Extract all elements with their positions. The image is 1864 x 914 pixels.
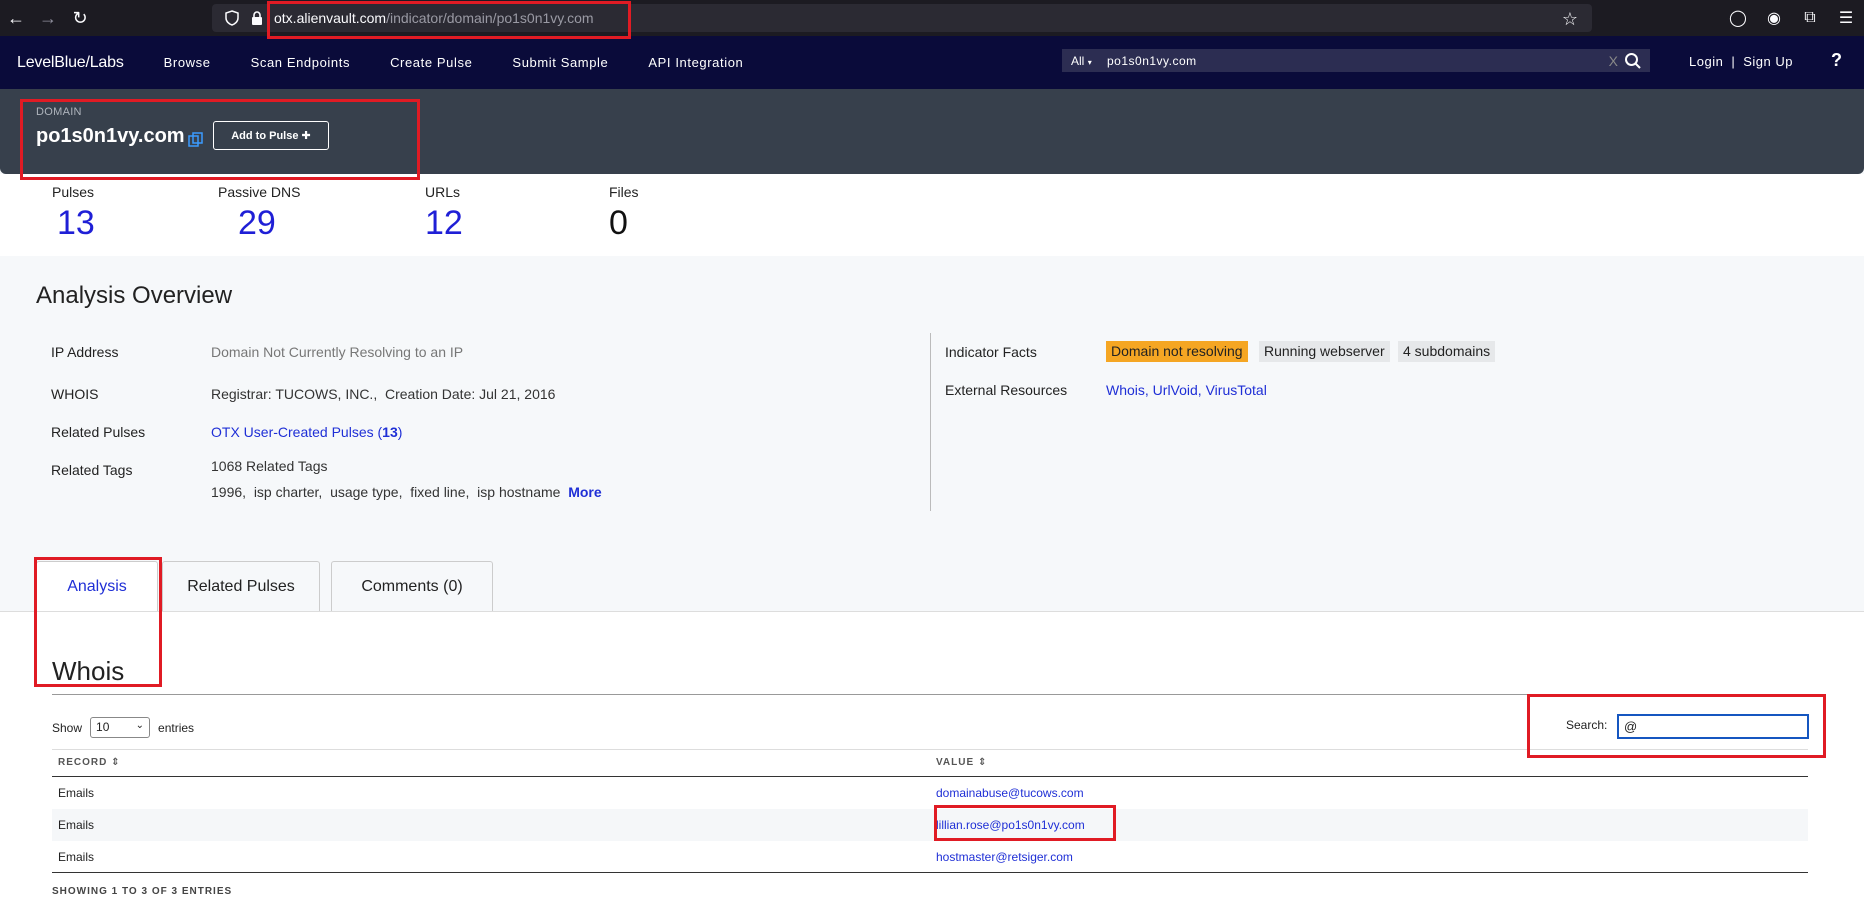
auth-separator: | [1731,54,1736,69]
record-cell: Emails [58,786,95,800]
sort-icon: ⇕ [977,757,988,768]
table-row: Emails domainabuse@tucows.com [52,777,1808,809]
stat-label: Passive DNS [218,184,301,200]
more-tags-link[interactable]: More [568,484,601,500]
stat-value: 12 [425,204,463,242]
analysis-overview-title: Analysis Overview [36,282,233,309]
record-cell: Emails [58,850,95,864]
highlight-box-analysis-tab [34,557,162,687]
extensions-icon[interactable]: ⧉ [1792,9,1828,27]
nav-api-integration[interactable]: API Integration [648,55,743,70]
site-logo[interactable]: LevelBlue/Labs [17,54,124,72]
related-tags-count: 1068 Related Tags [211,458,328,474]
value-link[interactable]: domainabuse@tucows.com [936,786,1084,800]
fact-tag-webserver: Running webserver [1259,341,1390,362]
ip-address-label: IP Address [51,344,119,360]
page-length-control: Show 10 ⌄ entries [52,717,194,738]
highlight-box-email [934,805,1116,841]
table-row: Emails hostmaster@retsiger.com [52,841,1808,873]
value-link[interactable]: hostmaster@retsiger.com [936,850,1073,864]
global-search: All ▾ po1s0n1vy.com X [1062,49,1650,72]
highlight-box-search [1527,694,1826,758]
external-resources-label: External Resources [945,382,1068,398]
search-input[interactable]: po1s0n1vy.com [1107,54,1609,68]
search-icon[interactable] [1624,52,1642,70]
record-cell: Emails [58,818,95,832]
signup-link[interactable]: Sign Up [1743,54,1793,69]
entries-select[interactable]: 10 ⌄ [90,717,151,738]
related-tags-label: Related Tags [51,462,133,478]
external-resources-links[interactable]: Whois, UrlVoid, VirusTotal [1106,382,1267,398]
column-header-value[interactable]: VALUE ⇕ [936,757,987,768]
overview-divider [930,333,931,511]
bookmark-star-icon[interactable]: ☆ [1562,9,1578,30]
forward-icon[interactable]: → [32,0,64,36]
stat-passive-dns[interactable]: Passive DNS 29 [218,184,300,243]
sort-icon: ⇕ [111,757,121,768]
lock-icon[interactable] [250,10,264,26]
highlight-box-url [267,1,631,39]
fact-tag-not-resolving: Domain not resolving [1106,341,1248,362]
stat-label: URLs [425,184,461,200]
stat-value: 13 [57,204,95,242]
reload-icon[interactable]: ↻ [64,0,96,36]
search-scope-select[interactable]: All ▾ [1071,54,1105,68]
stat-label: Pulses [52,184,95,200]
nav-scan-endpoints[interactable]: Scan Endpoints [251,55,350,70]
highlight-box-domain [20,99,420,180]
back-icon[interactable]: ← [0,0,32,36]
menu-icon[interactable]: ☰ [1828,8,1864,28]
stat-pulses[interactable]: Pulses 13 [52,184,95,243]
ip-address-value: Domain Not Currently Resolving to an IP [211,344,464,360]
site-navbar: LevelBlue/Labs Browse Scan Endpoints Cre… [0,36,1864,89]
stat-label: Files [609,184,639,200]
related-pulses-link[interactable]: OTX User-Created Pulses (13) [211,424,402,440]
account-icon[interactable]: ◉ [1756,8,1792,28]
clear-search-icon[interactable]: X [1609,53,1618,69]
chevron-down-icon: ⌄ [135,720,145,731]
nav-create-pulse[interactable]: Create Pulse [390,55,472,70]
tab-related-pulses[interactable]: Related Pulses [162,561,320,611]
whois-label: WHOIS [51,386,99,402]
divider [52,872,1808,873]
help-icon[interactable]: ? [1831,50,1842,71]
whois-value: Registrar: TUCOWS, INC., Creation Date: … [211,386,556,402]
stat-value: 0 [609,204,628,242]
table-info: SHOWING 1 TO 3 OF 3 ENTRIES [52,886,233,897]
shield-icon[interactable] [224,10,240,26]
stat-files[interactable]: Files 0 [609,184,639,243]
entries-label: entries [158,720,195,735]
tab-comments[interactable]: Comments (0) [331,561,493,611]
nav-browse[interactable]: Browse [164,55,211,70]
table-row: Emails lillian.rose@po1s0n1vy.com [52,809,1808,841]
related-tags-list: 1996, isp charter, usage type, fixed lin… [211,484,602,500]
stat-urls[interactable]: URLs 12 [425,184,463,243]
pocket-icon[interactable]: ◯ [1720,8,1756,28]
related-pulses-label: Related Pulses [51,424,146,440]
column-header-record[interactable]: RECORD ⇕ [58,757,121,768]
indicator-stats: Pulses 13 Passive DNS 29 URLs 12 Files 0 [0,174,1864,256]
stat-value: 29 [238,204,276,242]
show-label: Show [52,720,83,735]
fact-tag-subdomains: 4 subdomains [1398,341,1496,362]
login-link[interactable]: Login [1689,54,1723,69]
indicator-facts-label: Indicator Facts [945,344,1037,360]
nav-submit-sample[interactable]: Submit Sample [512,55,608,70]
